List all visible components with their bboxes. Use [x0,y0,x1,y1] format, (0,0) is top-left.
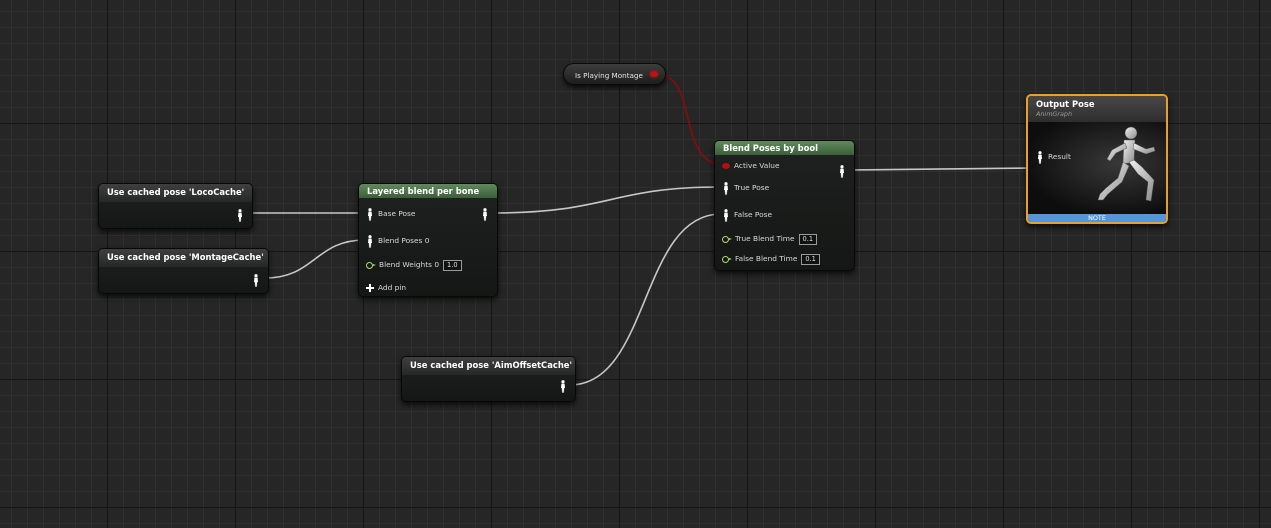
pin-false-blend-time[interactable]: False Blend Time 0.1 [722,252,820,266]
wire-layered-to-true-pose [491,186,721,214]
bool-pin-icon[interactable] [650,71,658,77]
false-blend-time-value-field[interactable]: 0.1 [801,253,820,265]
node-is-playing-montage[interactable]: Is Playing Montage [563,63,666,85]
pin-base-pose[interactable]: Base Pose [366,207,415,221]
pin-result[interactable]: Result [1036,150,1071,164]
person-icon [238,208,242,222]
pin-label: Active Value [734,161,780,171]
pin-label: True Blend Time [735,234,795,244]
pose-output-pin[interactable] [559,379,567,393]
node-title: Layered blend per bone [359,184,497,198]
node-title: Blend Poses by bool [715,141,854,155]
pin-label: Base Pose [378,209,416,219]
getter-label: Is Playing Montage [575,71,643,80]
pin-label: Result [1048,152,1071,162]
add-pin-button[interactable]: Add pin [366,281,406,295]
float-pin-icon [366,261,376,269]
pin-true-blend-time[interactable]: True Blend Time 0.1 [722,232,818,246]
pin-blend-weights-0[interactable]: Blend Weights 0 1.0 [366,258,462,272]
float-pin-icon [722,255,732,263]
pose-output-pin[interactable] [236,208,244,222]
node-use-cached-pose-aim-offset[interactable]: Use cached pose 'AimOffsetCache' [401,356,576,402]
pin-label: True Pose [734,183,770,193]
person-icon [368,234,372,248]
output-preview: Result [1028,122,1166,214]
pin-label: False Pose [734,210,773,220]
pose-output-pin[interactable] [838,164,846,178]
pin-label: Blend Poses 0 [378,236,430,246]
pin-label: Blend Weights 0 [379,260,440,270]
wire-aim-to-false-pose [569,213,722,386]
bool-pin-icon [722,163,730,169]
pin-true-pose[interactable]: True Pose [722,181,769,195]
blend-weights-value-field[interactable]: 1.0 [443,259,462,271]
node-use-cached-pose-montage[interactable]: Use cached pose 'MontageCache' [98,248,269,294]
wire-blend-to-result [848,167,1039,171]
plus-icon [366,284,374,292]
output-header: Output Pose AnimGraph [1028,96,1166,122]
node-output-pose[interactable]: Output Pose AnimGraph Result NOTE [1026,94,1168,224]
wire-montage-to-blend-poses [264,239,366,279]
person-icon [561,379,565,393]
node-subtitle: AnimGraph [1036,110,1073,118]
node-title: Output Pose [1036,99,1095,109]
node-layered-blend-per-bone[interactable]: Layered blend per bone Base Pose Blend P… [358,183,498,297]
person-icon [1038,150,1042,164]
person-icon [840,164,844,178]
pose-output-pin[interactable] [252,273,260,287]
true-blend-time-value-field[interactable]: 0.1 [798,233,818,245]
person-icon [724,181,728,195]
note-bar[interactable]: NOTE [1028,214,1166,222]
node-title: Use cached pose 'AimOffsetCache' [402,357,575,375]
person-icon [483,207,487,221]
pin-label: False Blend Time [735,254,798,264]
pin-blend-poses-0[interactable]: Blend Poses 0 [366,234,429,248]
pin-false-pose[interactable]: False Pose [722,208,772,222]
pin-active-value[interactable]: Active Value [722,159,780,173]
person-icon [368,207,372,221]
node-title: Use cached pose 'LocoCache' [99,184,252,202]
node-blend-poses-by-bool[interactable]: Blend Poses by bool Active Value True Po… [714,140,855,271]
add-pin-label: Add pin [378,283,407,293]
float-pin-icon [722,235,732,243]
node-use-cached-pose-loco[interactable]: Use cached pose 'LocoCache' [98,183,253,229]
mannequin-running-icon [1097,126,1156,202]
pose-output-pin[interactable] [481,207,489,221]
person-icon [724,208,728,222]
node-title: Use cached pose 'MontageCache' [99,249,268,267]
person-icon [254,273,258,287]
